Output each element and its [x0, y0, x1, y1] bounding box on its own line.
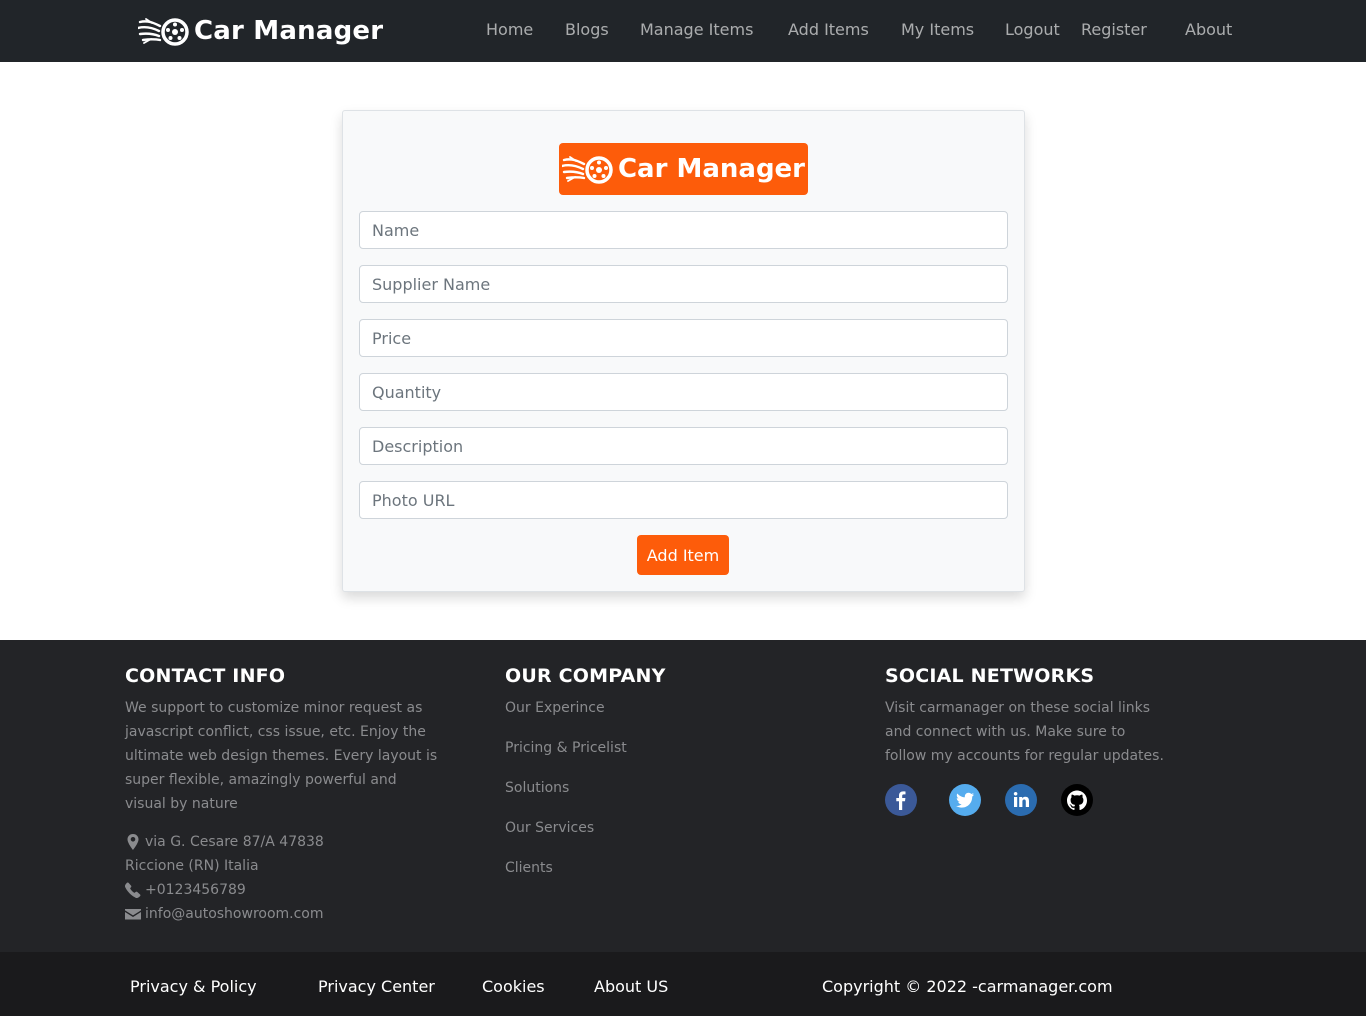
- linkedin-link[interactable]: [1005, 784, 1037, 816]
- email-text: info@autoshowroom.com: [145, 906, 324, 922]
- privacy-policy-link[interactable]: Privacy & Policy: [130, 977, 257, 996]
- photo-url-input[interactable]: [359, 481, 1008, 519]
- company-link-services[interactable]: Our Services: [505, 820, 594, 836]
- price-input[interactable]: [359, 319, 1008, 357]
- github-link[interactable]: [1061, 784, 1093, 816]
- description-input[interactable]: [359, 427, 1008, 465]
- github-icon: [1067, 790, 1087, 810]
- address-line-2-text: Riccione (RN) Italia: [125, 858, 259, 874]
- flaming-wheel-icon: [561, 156, 613, 184]
- supplier-name-input[interactable]: [359, 265, 1008, 303]
- social-text-line: Visit carmanager on these social links: [885, 700, 1151, 716]
- copyright-text: Copyright © 2022 -carmanager.com: [822, 977, 1113, 996]
- quantity-input[interactable]: [359, 373, 1008, 411]
- privacy-center-link[interactable]: Privacy Center: [318, 977, 435, 996]
- contact-text-line: ultimate web design themes. Every layout…: [125, 748, 438, 764]
- linkedin-icon: [1013, 792, 1029, 807]
- facebook-icon: [896, 791, 906, 810]
- add-item-button[interactable]: Add Item: [637, 535, 729, 575]
- contact-info-text: We support to customize minor request as…: [125, 696, 455, 816]
- social-networks-text: Visit carmanager on these social links a…: [885, 696, 1185, 768]
- about-us-link[interactable]: About US: [594, 977, 668, 996]
- address-line-1: via G. Cesare 87/A 47838: [125, 834, 324, 850]
- contact-text-line: javascript conflict, css issue, etc. Enj…: [125, 724, 426, 740]
- address-line-2: Riccione (RN) Italia: [125, 858, 259, 874]
- company-link-experience[interactable]: Our Experince: [505, 700, 605, 716]
- twitter-icon: [956, 792, 974, 808]
- social-networks-heading: SOCIAL NETWORKS: [885, 665, 1095, 687]
- contact-info-heading: CONTACT INFO: [125, 665, 286, 687]
- name-input[interactable]: [359, 211, 1008, 249]
- nav-home[interactable]: Home: [486, 20, 533, 39]
- twitter-link[interactable]: [949, 784, 981, 816]
- nav-blogs[interactable]: Blogs: [565, 20, 609, 39]
- company-link-pricing[interactable]: Pricing & Pricelist: [505, 740, 627, 756]
- our-company-heading: OUR COMPANY: [505, 665, 666, 687]
- nav-register[interactable]: Register: [1081, 20, 1147, 39]
- form-logo-text: Car Manager: [617, 154, 806, 184]
- brand-name: Car Manager: [194, 16, 384, 46]
- bottom-bar: Privacy & Policy Privacy Center Cookies …: [0, 952, 1366, 1016]
- phone-text: +0123456789: [145, 882, 246, 898]
- nav-add-items[interactable]: Add Items: [788, 20, 869, 39]
- cookies-link[interactable]: Cookies: [482, 977, 545, 996]
- form-logo: Car Manager: [559, 143, 808, 195]
- company-link-solutions[interactable]: Solutions: [505, 780, 569, 796]
- phone-line: +0123456789: [125, 882, 246, 898]
- phone-icon: [125, 882, 141, 898]
- contact-text-line: We support to customize minor request as: [125, 700, 423, 716]
- social-text-line: follow my accounts for regular updates.: [885, 748, 1164, 764]
- address-line-1-text: via G. Cesare 87/A 47838: [145, 834, 324, 850]
- navbar: Car Manager Home Blogs Manage Items Add …: [0, 0, 1366, 62]
- add-item-form: Car Manager Add Item: [342, 110, 1025, 592]
- email-line: info@autoshowroom.com: [125, 906, 324, 922]
- nav-about[interactable]: About: [1185, 20, 1232, 39]
- envelope-icon: [125, 909, 141, 920]
- nav-manage-items[interactable]: Manage Items: [640, 20, 753, 39]
- contact-text-line: visual by nature: [125, 796, 238, 812]
- contact-text-line: super flexible, amazingly powerful and: [125, 772, 397, 788]
- social-text-line: and connect with us. Make sure to: [885, 724, 1126, 740]
- flaming-wheel-icon: [138, 18, 189, 46]
- facebook-link[interactable]: [885, 784, 917, 816]
- nav-logout[interactable]: Logout: [1005, 20, 1060, 39]
- map-marker-icon: [127, 834, 139, 850]
- company-link-clients[interactable]: Clients: [505, 860, 553, 876]
- nav-my-items[interactable]: My Items: [901, 20, 974, 39]
- brand-logo[interactable]: Car Manager: [138, 12, 383, 50]
- footer: CONTACT INFO We support to customize min…: [0, 640, 1366, 952]
